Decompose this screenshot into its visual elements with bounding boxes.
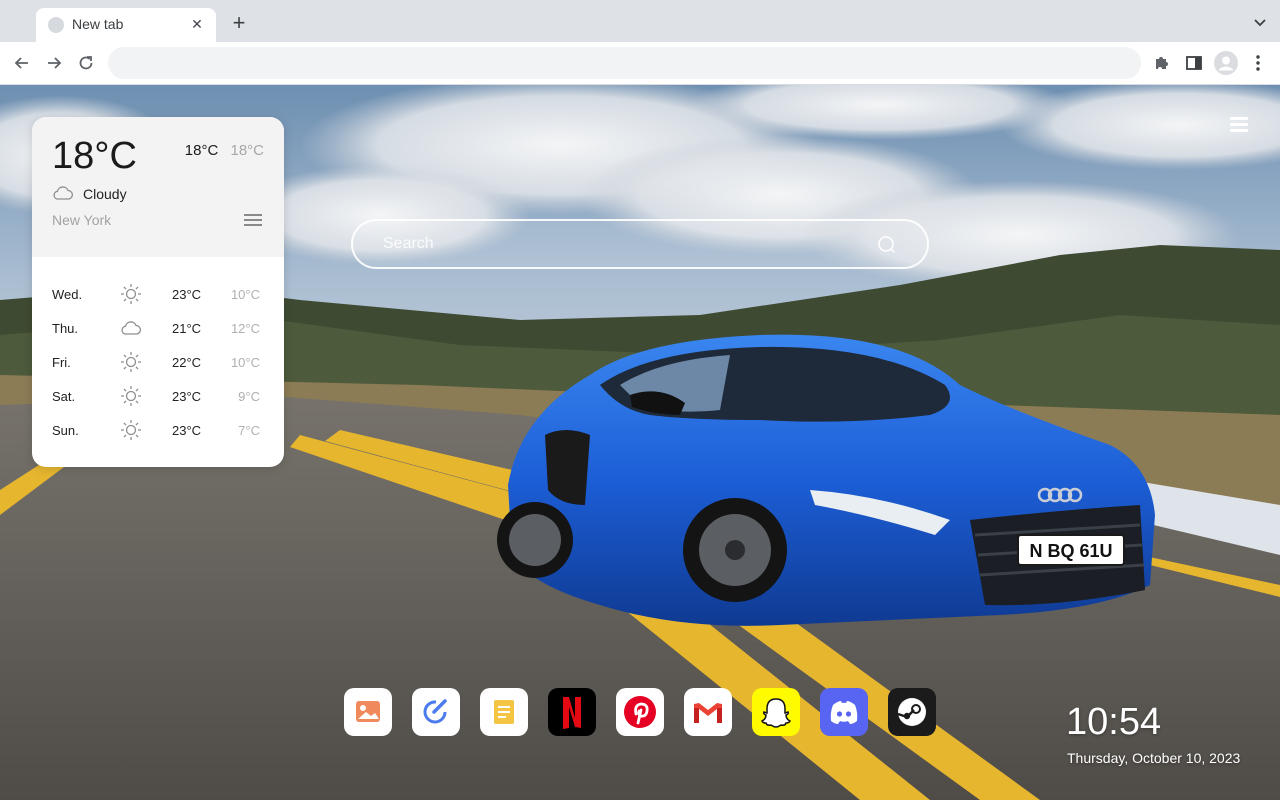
tab-favicon-icon [48,17,64,33]
forecast-row: Sun. 23°C 7°C [32,413,284,447]
current-temperature: 18°C [52,135,137,177]
forecast-row: Sat. 23°C 9°C [32,379,284,413]
more-menu-icon[interactable] [1248,53,1268,73]
forecast-day: Sun. [52,423,79,438]
reload-icon[interactable] [75,52,97,74]
new-tab-button[interactable]: + [228,12,250,34]
forecast-high: 22°C [172,355,202,370]
sun-icon [121,386,141,406]
forecast-day: Thu. [52,321,79,336]
todo-icon[interactable] [412,688,460,736]
forecast-list: Wed. 23°C 10°C Thu. 21°C 12°C Fri. 22°C … [32,277,284,447]
forecast-day: Fri. [52,355,71,370]
weather-widget: 18°C 18°C 18°C Cloudy New York Wed. 23°C… [32,117,284,467]
notes-icon[interactable] [480,688,528,736]
cloud-icon [53,186,74,200]
temperature-high: 18°C [184,142,219,159]
pinterest-icon[interactable] [616,688,664,736]
forecast-row: Fri. 22°C 10°C [32,345,284,379]
chevron-down-icon[interactable] [1252,14,1268,30]
menu-icon[interactable] [1230,117,1248,133]
new-tab-page: N BQ 61U 18°C 18°C 18°C Cloudy New York … [0,85,1280,800]
forecast-day: Wed. [52,287,83,302]
sun-icon [121,420,141,440]
forecast-low: 10°C [230,355,260,370]
forecast-low: 7°C [238,423,260,438]
search-box [351,219,929,269]
steam-icon[interactable] [888,688,936,736]
forecast-row: Wed. 23°C 10°C [32,277,284,311]
netflix-icon[interactable] [548,688,596,736]
forecast-row: Thu. 21°C 12°C [32,311,284,345]
address-bar[interactable] [108,47,1141,79]
profile-avatar-icon[interactable] [1214,51,1238,75]
forecast-high: 23°C [172,423,202,438]
clock-time: 10:54 [1066,701,1162,743]
weather-current: 18°C 18°C 18°C Cloudy New York [32,117,284,257]
side-panel-icon[interactable] [1184,53,1204,73]
clock-date: Thursday, October 10, 2023 [1067,750,1241,766]
forward-icon[interactable] [43,52,65,74]
forecast-low: 9°C [238,389,260,404]
search-input[interactable] [383,233,863,255]
tab-close-icon[interactable]: ✕ [188,15,206,33]
gmail-icon[interactable] [684,688,732,736]
browser-toolbar [0,42,1280,85]
tab-new-tab[interactable]: New tab ✕ [36,8,216,42]
search-icon[interactable] [877,235,897,255]
temperature-range: 18°C 18°C [185,142,264,159]
cloud-icon [121,321,142,335]
snapchat-icon[interactable] [752,688,800,736]
svg-text:N BQ 61U: N BQ 61U [1029,541,1112,561]
discord-icon[interactable] [820,688,868,736]
back-icon[interactable] [11,52,33,74]
sun-icon [121,284,141,304]
gallery-icon[interactable] [344,688,392,736]
forecast-day: Sat. [52,389,76,404]
weather-city: New York [52,212,112,228]
forecast-high: 23°C [172,389,202,404]
forecast-high: 21°C [172,321,202,336]
forecast-high: 23°C [172,287,202,302]
temperature-low: 18°C [230,142,264,159]
tab-title: New tab [72,16,124,32]
weather-menu-icon[interactable] [244,214,262,228]
sun-icon [121,352,141,372]
forecast-low: 12°C [230,321,260,336]
extensions-icon[interactable] [1152,53,1172,73]
tab-strip: New tab ✕ + [0,0,1280,42]
forecast-low: 10°C [230,287,260,302]
weather-condition: Cloudy [83,186,127,202]
